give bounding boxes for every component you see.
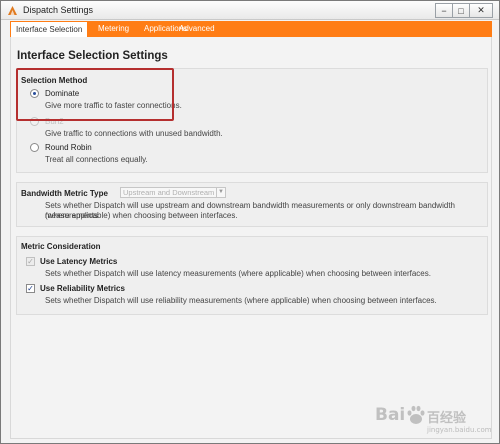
- watermark-text-bai: Bai: [375, 405, 406, 425]
- tab-advanced[interactable]: Advanced: [174, 21, 220, 37]
- title-bar[interactable]: Dispatch Settings − □ ✕: [1, 1, 499, 20]
- radio-round-robin[interactable]: [30, 143, 39, 152]
- bandwidth-metric-select[interactable]: Upstream and Downstream ▼: [120, 187, 226, 198]
- metric-consideration-title: Metric Consideration: [21, 242, 101, 251]
- bandwidth-metric-panel: Bandwidth Metric Type Upstream and Downs…: [16, 182, 488, 227]
- option-desc-round-robin: Treat all connections equally.: [45, 155, 148, 164]
- chevron-down-icon: ▼: [216, 188, 225, 197]
- minimize-button[interactable]: −: [435, 3, 453, 18]
- reliability-checkbox[interactable]: ✓: [26, 284, 35, 293]
- settings-content: Interface Selection Settings Selection M…: [10, 37, 492, 439]
- metric-consideration-panel: Metric Consideration ✓ Use Latency Metri…: [16, 236, 488, 315]
- watermark-subtext: jingyan.baidu.com: [427, 426, 492, 434]
- tab-metering[interactable]: Metering: [93, 21, 134, 37]
- annotation-highlight-box: [16, 68, 174, 121]
- watermark-text-jingyan: 百经验: [427, 411, 467, 426]
- dispatch-settings-window: Dispatch Settings − □ ✕ Interface Select…: [0, 0, 500, 444]
- window-controls: − □ ✕: [435, 3, 493, 18]
- latency-checkbox[interactable]: ✓: [26, 257, 35, 266]
- page-title: Interface Selection Settings: [17, 50, 168, 62]
- window-title: Dispatch Settings: [23, 5, 94, 15]
- app-icon: [8, 6, 17, 15]
- maximize-button[interactable]: □: [452, 3, 470, 18]
- baidu-watermark: Bai 百经验 jingyan.baidu.com: [375, 401, 492, 437]
- bandwidth-metric-selected: Upstream and Downstream: [123, 188, 215, 197]
- latency-label: Use Latency Metrics: [40, 257, 118, 266]
- paw-icon: [407, 405, 425, 424]
- latency-desc: Sets whether Dispatch will use latency m…: [45, 269, 431, 278]
- tab-interface-selection[interactable]: Interface Selection: [10, 21, 89, 37]
- reliability-desc: Sets whether Dispatch will use reliabili…: [45, 296, 437, 305]
- tab-bar: Interface Selection Metering Application…: [10, 21, 492, 37]
- close-button[interactable]: ✕: [469, 3, 493, 18]
- option-desc-bun2: Give traffic to connections with unused …: [45, 129, 223, 138]
- option-label-round-robin: Round Robin: [45, 143, 92, 152]
- bandwidth-metric-desc-2: (where applicable) when choosing between…: [45, 211, 238, 220]
- reliability-label: Use Reliability Metrics: [40, 284, 125, 293]
- bandwidth-metric-title: Bandwidth Metric Type: [21, 189, 108, 198]
